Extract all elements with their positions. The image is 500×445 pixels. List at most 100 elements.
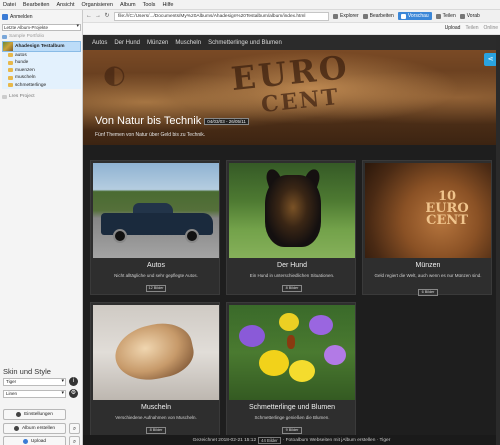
forward-icon[interactable]: → [94,12,102,20]
hero-title: Von Natur bis Technik 04/03/03 - 26/05/1… [95,115,249,127]
card-count-badge: 9 Bilder [282,427,302,434]
tree-item-album[interactable]: Ahadesign Testalbum [2,40,81,52]
settings-button[interactable]: Einstellungen [3,409,66,420]
preview-label: Vorschau [407,13,429,19]
album-footer: Gezeichnet 2018-02-21 15:12 44 Bilder · … [83,435,500,445]
upload-label: Upload [30,439,47,444]
menu-ansicht[interactable]: Ansicht [56,2,74,8]
folder-icon [8,75,13,80]
edit-icon [362,13,368,19]
recent-projects-dropdown[interactable]: Letzte Album-Projekte [2,24,81,31]
nav-muenzen[interactable]: Münzen [147,40,168,46]
card-title: Schmetterlinge und Blumen [249,404,335,411]
tree-item-autos[interactable]: autos [2,51,81,59]
info-icon[interactable]: i [69,377,78,386]
card-description: Ein Hund in unterschiedlichen Situatione… [249,273,335,278]
tree-item-muscheln[interactable]: muscheln [2,74,81,82]
flower-purple [239,325,265,347]
style-select[interactable]: Linen [3,390,66,398]
url-input[interactable]: file:///C:/Users/.../Documents/My%20Albu… [114,11,329,21]
album-card-der-hund[interactable]: Der Hund Ein Hund in unterschiedlichen S… [226,160,356,295]
tree-item-label: muenzen [15,67,35,73]
menu-organisieren[interactable]: Organisieren [82,2,114,8]
back-icon[interactable]: ← [85,12,93,20]
tree-item-label: Lres Project [9,94,35,100]
upload-icon [22,439,28,444]
album-page: Autos Der Hund Münzen Muscheln Schmetter… [83,35,500,445]
tree-item-label: schmetterlinge [15,82,47,88]
nav-autos[interactable]: Autos [92,40,107,46]
shell-thumbnail [93,305,219,400]
upload-button[interactable]: Upload [3,436,66,445]
explorer-button[interactable]: Explorer [333,13,359,19]
info-icon [459,13,465,19]
nav-schmetterlinge[interactable]: Schmetterlinge und Blumen [208,40,282,46]
tree-item-hunde[interactable]: hunde [2,59,81,67]
gear-icon[interactable]: ⚙ [69,389,78,398]
hero-coin-image: ◐ [103,60,126,90]
explorer-label: Explorer [340,13,359,19]
nav-der-hund[interactable]: Der Hund [114,40,140,46]
toolbar-share[interactable]: Teilen [465,25,478,31]
folder-icon [8,83,13,88]
card-description: Nicht alltägliche und sehr gepflegte Aut… [114,273,198,278]
toolbar-upload[interactable]: Upload [445,25,461,31]
toolbar-online[interactable]: Online [484,25,498,31]
reload-icon[interactable]: ↻ [103,12,111,20]
explorer-icon [333,13,338,19]
hero-banner: ◐ EURO CENT ⋖ Von Natur bis Technik 04/0… [83,48,500,145]
create-album-button[interactable]: Album erstellen [3,423,66,434]
tree-item-portfolio[interactable]: Sample Portfolio [2,33,81,41]
coin-thumbnail: 10 EURO CENT [365,163,491,258]
skin-select[interactable]: Tiger [3,378,66,386]
card-description: Schmetterlinge genießen die Blumen. [254,415,330,420]
dog-thumbnail [229,163,355,258]
album-card-schmetterlinge[interactable]: Schmetterlinge und Blumen Schmetterlinge… [226,302,356,437]
tree-item-lres[interactable]: Lres Project [2,93,81,101]
create-album-label: Album erstellen [21,426,56,431]
settings-button-label: Einstellungen [24,412,53,417]
album-card-autos[interactable]: Autos Nicht alltägliche und sehr gepfleg… [90,160,220,295]
tree-item-muenzen[interactable]: muenzen [2,66,81,74]
preview-before-button[interactable]: Vorab [459,13,480,19]
tree-item-schmetterlinge[interactable]: schmetterlinge [2,81,81,89]
album-card-muenzen[interactable]: 10 EURO CENT Münzen Geld regiert die Wel… [362,160,492,296]
login-label: Anmelden [10,13,33,20]
album-thumbnail [3,41,13,51]
flower-yellow [259,350,289,376]
footer-credit[interactable]: · Fotoalbum Webseiten mit jAlbum erstell… [283,438,391,443]
dog-head [265,175,321,247]
folder-icon [8,53,13,58]
search-icon[interactable]: ⌕ [69,436,80,445]
tree-item-label: hunde [15,60,29,66]
card-count-badge: 8 Bilder [146,427,166,434]
share-button[interactable]: Teilen [435,13,456,19]
edit-button[interactable]: Bearbeiten [362,13,394,19]
card-title: Münzen [415,262,441,269]
tree-item-label: Ahadesign Testalbum [15,43,65,49]
nav-muscheln[interactable]: Muscheln [175,40,201,46]
address-bar: ← → ↻ file:///C:/Users/.../Documents/My%… [83,10,500,23]
skin-style-heading: Skin und Style [3,367,51,376]
page-scrollbar[interactable] [496,35,500,445]
menu-datei[interactable]: Datei [3,2,16,8]
flower-purple [309,315,333,335]
menu-hilfe[interactable]: Hilfe [162,2,173,8]
menu-tools[interactable]: Tools [143,2,156,8]
project-tree: Sample Portfolio Ahadesign Testalbum aut… [2,33,81,101]
car-thumbnail [93,163,219,258]
edit-label: Bearbeiten [369,13,394,19]
flower-thumbnail [229,305,355,400]
menu-album[interactable]: Album [120,2,136,8]
folder-icon [2,94,7,99]
user-icon [2,13,8,20]
footer-count: 44 Bilder [258,436,281,444]
folder-icon [2,34,7,39]
menu-bearbeiten[interactable]: Bearbeiten [23,2,50,8]
flower-purple [324,345,346,365]
share-icon [435,13,441,19]
album-card-muscheln[interactable]: Muscheln Verschiedene Aufnahmen von Musc… [90,302,220,437]
preview-button[interactable]: Vorschau [397,12,432,20]
login-button[interactable]: Anmelden [2,12,42,21]
zoom-preview-icon[interactable]: ⌕ [69,423,80,434]
